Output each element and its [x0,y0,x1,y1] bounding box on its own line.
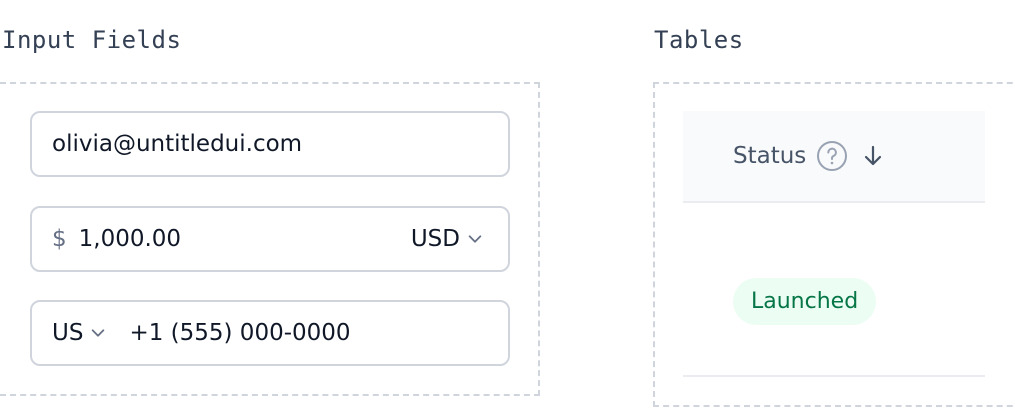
email-field[interactable] [30,111,510,177]
table-header-status[interactable]: Status [683,111,985,203]
status-column-label: Status [733,143,807,169]
amount-input[interactable] [78,226,411,252]
currency-select-label: USD [410,226,460,252]
table-row: Launched [683,203,985,377]
currency-symbol: $ [52,226,67,252]
chevron-down-icon [468,235,482,243]
chevron-down-icon [92,329,105,337]
email-input[interactable] [52,131,508,157]
phone-input[interactable] [129,320,508,346]
arrow-down-icon[interactable] [860,143,886,169]
amount-field[interactable]: $ USD [30,206,510,272]
phone-field[interactable]: US [30,300,510,366]
currency-select[interactable]: USD [411,226,484,252]
input-fields-title: Input Fields [2,26,182,54]
status-badge: Launched [733,278,877,325]
tables-title: Tables [654,26,744,54]
help-circle-icon[interactable] [816,140,848,172]
country-select[interactable]: US [52,320,107,346]
country-select-label: US [52,320,84,346]
